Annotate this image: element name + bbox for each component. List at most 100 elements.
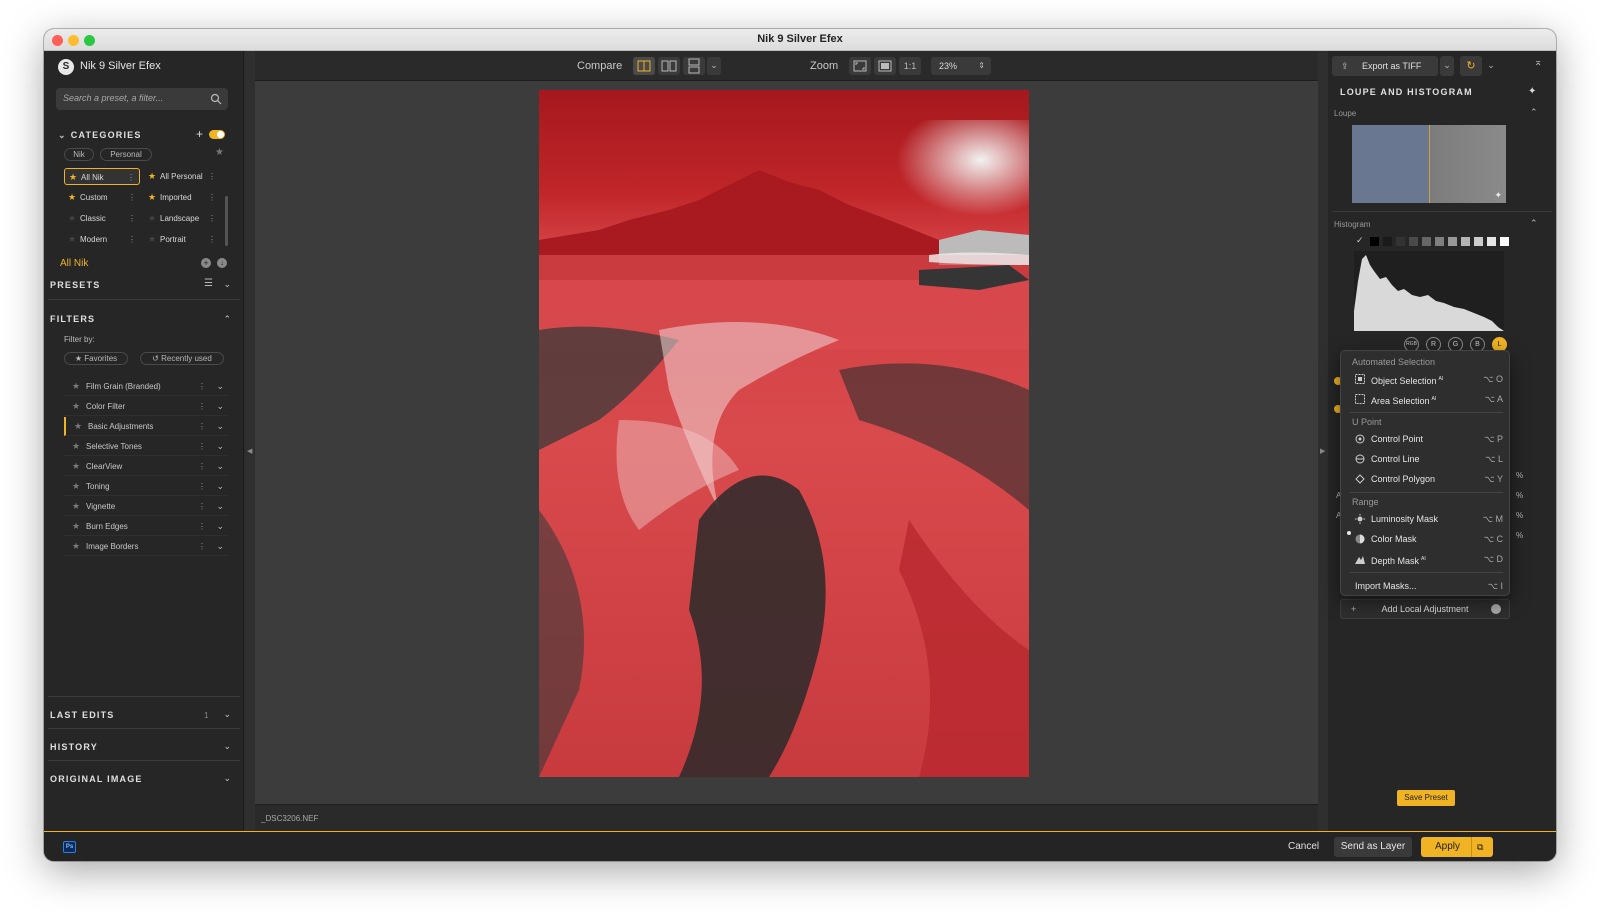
category-portrait[interactable]: ★ Portrait ⋮	[144, 231, 220, 248]
more-icon[interactable]: ⋮	[198, 397, 206, 416]
star-icon[interactable]: ★	[74, 417, 82, 436]
menu-color-mask[interactable]: Color Mask ⌥ C	[1355, 530, 1503, 548]
filter-image-borders[interactable]: ★ Image Borders ⋮ ⌄	[64, 537, 228, 556]
compare-stack-button[interactable]	[683, 57, 705, 75]
star-filter-icon[interactable]: ★	[215, 147, 224, 158]
filter-clearview[interactable]: ★ ClearView ⋮ ⌄	[64, 457, 228, 476]
loupe-preview[interactable]: ✦	[1352, 125, 1506, 203]
chevron-up-icon[interactable]: ⌃	[1530, 218, 1538, 229]
star-icon[interactable]: ★	[72, 517, 80, 536]
search-input[interactable]: Search a preset, a filter...	[56, 88, 228, 110]
add-category-icon[interactable]: +	[196, 127, 203, 141]
mask-toggle-icon[interactable]	[1491, 604, 1501, 614]
categories-header[interactable]: ⌄ CATEGORIES	[58, 130, 142, 141]
tab-personal[interactable]: Personal	[100, 148, 152, 161]
apply-options-dropdown[interactable]: ⧉	[1471, 837, 1493, 857]
zoom-value-field[interactable]: 23% ⇕	[931, 57, 991, 75]
apply-button[interactable]: Apply ⧉	[1421, 837, 1493, 857]
filter-basic-adjustments[interactable]: ★ Basic Adjustments ⋮ ⌄	[64, 417, 228, 436]
compare-side-button[interactable]	[658, 57, 680, 75]
sync-dropdown[interactable]: ⌄	[1484, 56, 1498, 76]
original-image-header[interactable]: ORIGINAL IMAGE	[50, 774, 143, 784]
menu-import-masks[interactable]: Import Masks... ⌥ I	[1355, 577, 1503, 595]
chevron-down-icon[interactable]: ⌄	[216, 517, 224, 536]
more-icon[interactable]: ⋮	[127, 169, 135, 186]
more-icon[interactable]: ⋮	[128, 231, 136, 248]
sync-button[interactable]: ↻	[1460, 56, 1482, 76]
category-modern[interactable]: ★ Modern ⋮	[64, 231, 140, 248]
chevron-up-icon[interactable]: ⌃	[223, 314, 231, 325]
more-icon[interactable]: ⋮	[208, 231, 216, 248]
chevron-down-icon[interactable]: ⌄	[216, 377, 224, 396]
tab-nik[interactable]: Nik	[64, 148, 94, 161]
recently-used-chip[interactable]: ↺ Recently used	[140, 352, 224, 365]
zoom-fill-button[interactable]	[874, 57, 896, 75]
collapse-right-panel[interactable]: ▶	[1318, 51, 1328, 831]
categories-toggle[interactable]	[209, 130, 225, 139]
import-preset-icon[interactable]: ↓	[217, 258, 227, 268]
more-icon[interactable]: ⋮	[128, 189, 136, 206]
more-icon[interactable]: ⋮	[198, 477, 206, 496]
more-icon[interactable]: ⋮	[198, 497, 206, 516]
menu-control-line[interactable]: Control Line ⌥ L	[1355, 450, 1503, 468]
chevron-down-icon[interactable]: ⌄	[216, 437, 224, 456]
categories-scrollbar[interactable]	[225, 196, 228, 246]
more-icon[interactable]: ⋮	[198, 377, 206, 396]
tone-swatches[interactable]: ✓	[1356, 235, 1509, 247]
chevron-down-icon[interactable]: ⌄	[216, 397, 224, 416]
send-as-layer-button[interactable]: Send as Layer	[1334, 837, 1412, 857]
chevron-down-icon[interactable]: ⌄	[216, 537, 224, 556]
export-options-dropdown[interactable]: ⌄	[1440, 56, 1454, 76]
collapse-left-panel[interactable]: ◀	[245, 51, 255, 831]
menu-area-selection[interactable]: Area Selection AI ⌥ A	[1355, 390, 1503, 408]
chevron-down-icon[interactable]: ⌄	[216, 477, 224, 496]
more-icon[interactable]: ⋮	[208, 210, 216, 227]
filters-header[interactable]: FILTERS	[50, 314, 95, 324]
cancel-button[interactable]: Cancel	[1288, 841, 1319, 852]
chevron-down-icon[interactable]: ⌄	[216, 457, 224, 476]
favorites-chip[interactable]: ★ Favorites	[64, 352, 128, 365]
pin-icon[interactable]: ✦	[1528, 86, 1536, 97]
more-icon[interactable]: ⋮	[208, 189, 216, 206]
star-icon[interactable]: ★	[72, 377, 80, 396]
filter-burn-edges[interactable]: ★ Burn Edges ⋮ ⌄	[64, 517, 228, 536]
zoom-one-to-one-button[interactable]: 1:1	[899, 57, 921, 75]
star-icon[interactable]: ★	[72, 537, 80, 556]
list-view-icon[interactable]: ☰	[204, 278, 213, 289]
more-icon[interactable]: ⋮	[198, 437, 206, 456]
filter-selective-tones[interactable]: ★ Selective Tones ⋮ ⌄	[64, 437, 228, 456]
category-all-personal[interactable]: ★ All Personal ⋮	[144, 168, 220, 185]
compare-dropdown[interactable]: ⌄	[707, 57, 721, 75]
more-icon[interactable]: ⋮	[198, 537, 206, 556]
filter-color-filter[interactable]: ★ Color Filter ⋮ ⌄	[64, 397, 228, 416]
chevron-down-icon[interactable]: ⌄	[223, 279, 231, 290]
category-custom[interactable]: ★ Custom ⋮	[64, 189, 140, 206]
more-icon[interactable]: ⋮	[198, 517, 206, 536]
menu-control-point[interactable]: Control Point ⌥ P	[1355, 430, 1503, 448]
export-button[interactable]: ⇪ Export as TIFF	[1332, 56, 1438, 76]
filter-film-grain[interactable]: ★ Film Grain (Branded) ⋮ ⌄	[64, 377, 228, 396]
filter-toning[interactable]: ★ Toning ⋮ ⌄	[64, 477, 228, 496]
pin-icon[interactable]: ✦	[1494, 190, 1502, 201]
menu-depth-mask[interactable]: Depth Mask AI ⌥ D	[1355, 550, 1503, 568]
star-icon[interactable]: ★	[72, 457, 80, 476]
chevron-up-icon[interactable]: ⌃	[1530, 107, 1538, 118]
compare-split-button[interactable]	[633, 57, 655, 75]
chevron-down-icon[interactable]: ⌄	[223, 741, 231, 752]
more-icon[interactable]: ⋮	[198, 417, 206, 436]
category-imported[interactable]: ★ Imported ⋮	[144, 189, 220, 206]
menu-object-selection[interactable]: Object Selection AI ⌥ O	[1355, 370, 1503, 388]
filter-vignette[interactable]: ★ Vignette ⋮ ⌄	[64, 497, 228, 516]
add-local-adjustment-button[interactable]: + Add Local Adjustment	[1340, 599, 1510, 619]
category-all-nik[interactable]: ★ All Nik ⋮	[64, 168, 140, 185]
collapse-panel-icon[interactable]: ⌅	[1534, 57, 1542, 68]
last-edits-header[interactable]: LAST EDITS	[50, 710, 115, 720]
history-header[interactable]: HISTORY	[50, 742, 98, 752]
zoom-fit-button[interactable]	[849, 57, 871, 75]
more-icon[interactable]: ⋮	[208, 168, 216, 185]
star-icon[interactable]: ★	[72, 477, 80, 496]
menu-luminosity-mask[interactable]: Luminosity Mask ⌥ M	[1355, 510, 1503, 528]
chevron-down-icon[interactable]: ⌄	[223, 773, 231, 784]
chevron-down-icon[interactable]: ⌄	[216, 417, 224, 436]
save-preset-button[interactable]: Save Preset	[1397, 790, 1455, 806]
